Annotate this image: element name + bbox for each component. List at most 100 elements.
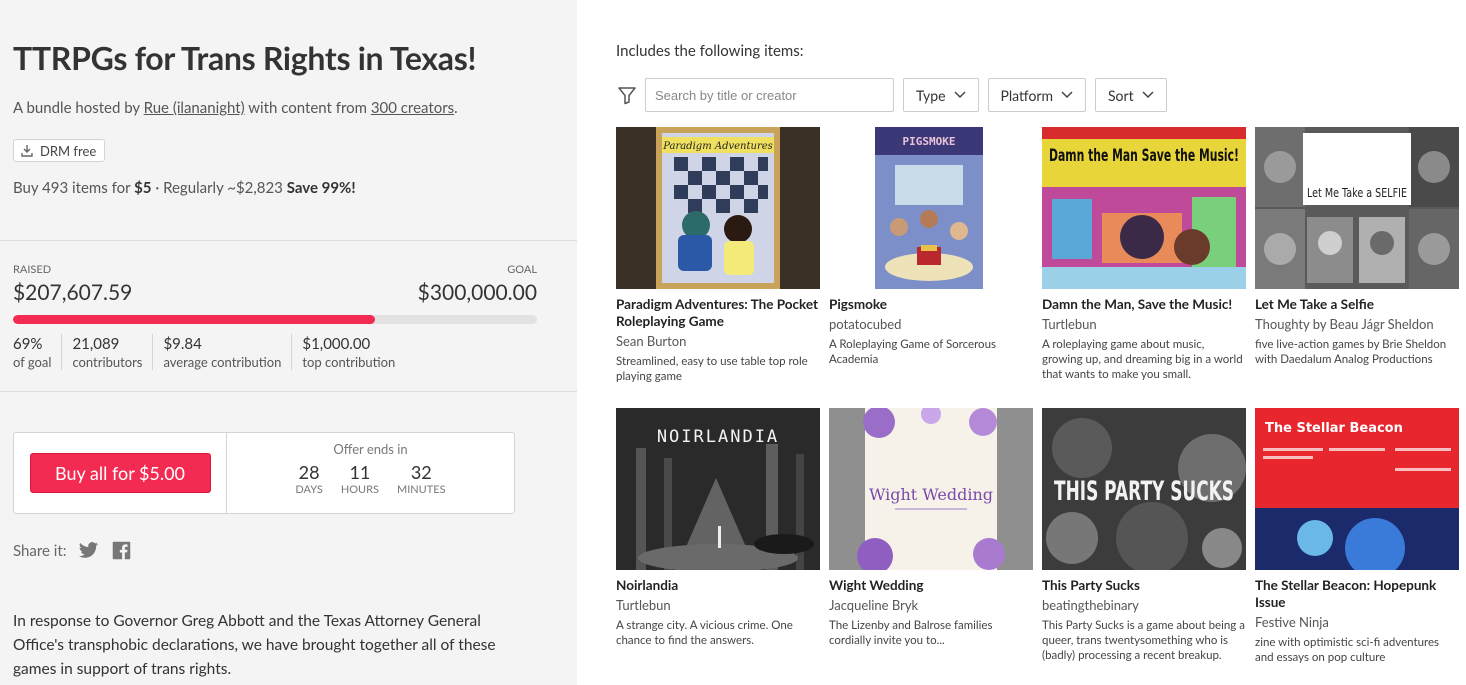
item-cover[interactable]: Wight Wedding [829, 408, 1033, 570]
item-card[interactable]: Damn the Man Save the Music! Damn the Ma… [1042, 127, 1246, 382]
cover-image: Wight Wedding [829, 408, 1033, 570]
filter-icon[interactable] [616, 84, 638, 106]
item-card[interactable]: Paradigm Adventures Paradigm Adventures:… [616, 127, 820, 384]
item-title[interactable]: Noirlandia [616, 577, 820, 594]
price-prefix: Buy 493 items for [13, 179, 131, 197]
bundle-host-line: A bundle hosted by Rue (ilananight) with… [13, 99, 458, 117]
search-input[interactable] [645, 78, 894, 112]
countdown-hours: 11 HOURS [341, 461, 379, 496]
item-title[interactable]: Damn the Man, Save the Music! [1042, 296, 1246, 313]
countdown: 28 DAYS 11 HOURS 32 MINUTES [295, 461, 445, 496]
cover-title-text: THIS PARTY SUCKS [1054, 476, 1234, 507]
cover-image: PIGSMOKE [829, 127, 1033, 289]
progress-bar-fill [13, 315, 375, 324]
bundle-sidebar: TTRPGs for Trans Rights in Texas! A bund… [0, 0, 577, 685]
item-card[interactable]: THIS PARTY SUCKS This Party Sucks beatin… [1042, 408, 1246, 663]
buy-all-button[interactable]: Buy all for $5.00 [29, 453, 211, 493]
raised-amount: $207,607.59 [13, 280, 133, 305]
cover-image: Paradigm Adventures [616, 127, 820, 289]
drm-label: DRM free [40, 142, 97, 159]
countdown-value: 32 [410, 461, 432, 483]
countdown-unit: MINUTES [396, 483, 446, 496]
item-creator[interactable]: Sean Burton [616, 333, 820, 349]
countdown-unit: DAYS [295, 483, 323, 496]
item-cover[interactable]: Paradigm Adventures [616, 127, 820, 289]
item-card[interactable]: Wight Wedding Wight Wedding Jacqueline B… [829, 408, 1033, 648]
regular-price: · Regularly ~$2,823 [155, 179, 283, 197]
platform-dropdown[interactable]: Platform [987, 78, 1086, 112]
countdown-value: 11 [349, 461, 371, 483]
item-card[interactable]: The Stellar Beacon The Stellar Beacon: H… [1255, 408, 1459, 665]
purchase-button-area: Buy all for $5.00 [14, 433, 227, 513]
host-prefix: A bundle hosted by [13, 99, 140, 117]
price-value: $5 [134, 179, 152, 197]
raised-label: RAISED [13, 263, 52, 276]
cover-title-text: Damn the Man Save the Music! [1049, 146, 1239, 166]
item-creator[interactable]: potatocubed [829, 316, 1033, 332]
stat-label: average contribution [163, 354, 282, 370]
savings-badge: Save 99%! [286, 179, 356, 197]
countdown-value: 28 [298, 461, 320, 483]
stat-label: top contribution [302, 354, 396, 370]
cover-image: NOIRLANDIA [616, 408, 820, 570]
item-creator[interactable]: Jacqueline Bryk [829, 597, 1033, 613]
item-title[interactable]: Pigsmoke [829, 296, 1033, 313]
stat-of-goal: 69% of goal [13, 334, 61, 370]
item-cover[interactable]: NOIRLANDIA [616, 408, 820, 570]
chevron-down-icon [1061, 91, 1073, 99]
stat-value: 69% [13, 335, 43, 353]
offer-timer: Offer ends in 28 DAYS 11 HOURS 32 MINUTE… [227, 433, 514, 513]
goal-label: GOAL [507, 263, 537, 276]
item-creator[interactable]: beatingthebinary [1042, 597, 1246, 613]
dropdown-label: Type [916, 86, 946, 104]
item-creator[interactable]: Turtlebun [1042, 316, 1246, 332]
item-description: zine with optimistic sci-fi adventures a… [1255, 636, 1440, 664]
cover-title-text: The Stellar Beacon [1265, 421, 1403, 436]
item-cover[interactable]: Damn the Man Save the Music! [1042, 127, 1246, 289]
item-cover[interactable]: THIS PARTY SUCKS [1042, 408, 1246, 570]
item-description: The Lizenby and Balrose families cordial… [829, 619, 993, 647]
type-dropdown[interactable]: Type [903, 78, 979, 112]
countdown-unit: HOURS [340, 483, 379, 496]
stat-value: $9.84 [163, 335, 202, 353]
facebook-icon[interactable] [111, 540, 132, 561]
item-cover[interactable]: The Stellar Beacon [1255, 408, 1459, 570]
item-description: five live-action games by Brie Sheldon w… [1255, 338, 1447, 366]
host-link[interactable]: Rue (ilananight) [144, 99, 245, 117]
chevron-down-icon [1142, 91, 1154, 99]
share-label: Share it: [13, 541, 67, 560]
creators-link[interactable]: 300 creators [371, 99, 454, 117]
stat-value: 21,089 [72, 335, 120, 353]
item-creator[interactable]: Thoughty by Beau Jágr Sheldon [1255, 316, 1459, 332]
item-title[interactable]: The Stellar Beacon: Hopepunk Issue [1255, 577, 1459, 611]
item-card[interactable]: Let Me Take a SELFIE Let Me Take a Selfi… [1255, 127, 1459, 367]
item-cover[interactable]: Let Me Take a SELFIE [1255, 127, 1459, 289]
items-filter-bar: Type Platform Sort [616, 78, 1167, 112]
item-creator[interactable]: Festive Ninja [1255, 614, 1459, 630]
cover-title-text: Paradigm Adventures [662, 141, 773, 152]
download-icon [21, 144, 33, 157]
item-card[interactable]: PIGSMOKE Pigsmoke potatocubed A Roleplay… [829, 127, 1033, 367]
item-creator[interactable]: Turtlebun [616, 597, 820, 613]
sort-dropdown[interactable]: Sort [1095, 78, 1167, 112]
bundle-description: In response to Governor Greg Abbott and … [13, 612, 496, 678]
item-title[interactable]: This Party Sucks [1042, 577, 1246, 594]
stat-label: contributors [72, 354, 143, 370]
item-title[interactable]: Let Me Take a Selfie [1255, 296, 1459, 313]
twitter-icon[interactable] [78, 540, 99, 561]
cover-image: THIS PARTY SUCKS [1042, 408, 1246, 570]
item-cover[interactable]: PIGSMOKE [829, 127, 1033, 289]
bundle-title: TTRPGs for Trans Rights in Texas! [13, 38, 477, 77]
item-title[interactable]: Wight Wedding [829, 577, 1033, 594]
dropdown-label: Platform [1000, 86, 1053, 104]
offer-label: Offer ends in [333, 441, 408, 457]
countdown-minutes: 32 MINUTES [397, 461, 446, 496]
item-card[interactable]: NOIRLANDIA Noirlandia Turtlebun A strang… [616, 408, 820, 648]
item-description: A Roleplaying Game of Sorcerous Academia [829, 338, 996, 366]
stat-label: of goal [13, 354, 52, 370]
cover-title-text: NOIRLANDIA [657, 427, 779, 447]
cover-image: Damn the Man Save the Music! [1042, 127, 1246, 289]
item-title[interactable]: Paradigm Adventures: The Pocket Roleplay… [616, 296, 820, 330]
bundle-price-summary: Buy 493 items for $5 · Regularly ~$2,823… [13, 179, 356, 197]
cover-title-text: PIGSMOKE [903, 135, 956, 148]
